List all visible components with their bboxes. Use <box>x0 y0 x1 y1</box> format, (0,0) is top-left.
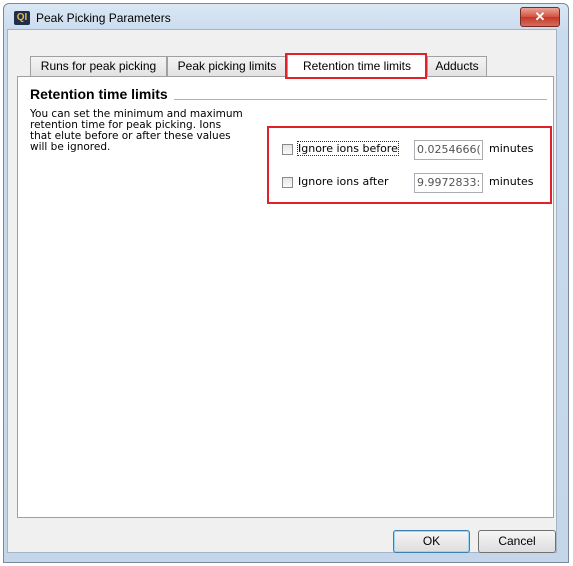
ignore-before-label[interactable]: Ignore ions before <box>297 141 399 156</box>
title-bar[interactable]: QI Peak Picking Parameters ✕ <box>4 4 568 32</box>
ignore-before-unit: minutes <box>489 142 534 155</box>
section-title: Retention time limits <box>30 86 174 102</box>
ignore-after-checkbox[interactable] <box>282 177 293 188</box>
window-title: Peak Picking Parameters <box>36 11 171 25</box>
close-button[interactable]: ✕ <box>520 7 560 27</box>
ignore-before-input[interactable]: 0.0254666( <box>414 140 483 160</box>
cancel-button[interactable]: Cancel <box>478 530 556 553</box>
tab-retention-time-limits[interactable]: Retention time limits <box>287 54 427 78</box>
tab-peak-picking-limits[interactable]: Peak picking limits <box>167 56 287 76</box>
tab-runs-for-peak-picking[interactable]: Runs for peak picking <box>30 56 167 76</box>
ignore-after-label[interactable]: Ignore ions after <box>298 175 388 188</box>
ok-button[interactable]: OK <box>393 530 470 553</box>
tab-content-panel: Retention time limits You can set the mi… <box>17 76 554 518</box>
ignore-after-unit: minutes <box>489 175 534 188</box>
app-logo-icon: QI <box>14 11 30 25</box>
tab-adducts[interactable]: Adducts <box>427 56 487 76</box>
ignore-after-input[interactable]: 9.9972833: <box>414 173 483 193</box>
section-description: You can set the minimum and maximum rete… <box>30 108 243 153</box>
ignore-before-checkbox[interactable] <box>282 144 293 155</box>
